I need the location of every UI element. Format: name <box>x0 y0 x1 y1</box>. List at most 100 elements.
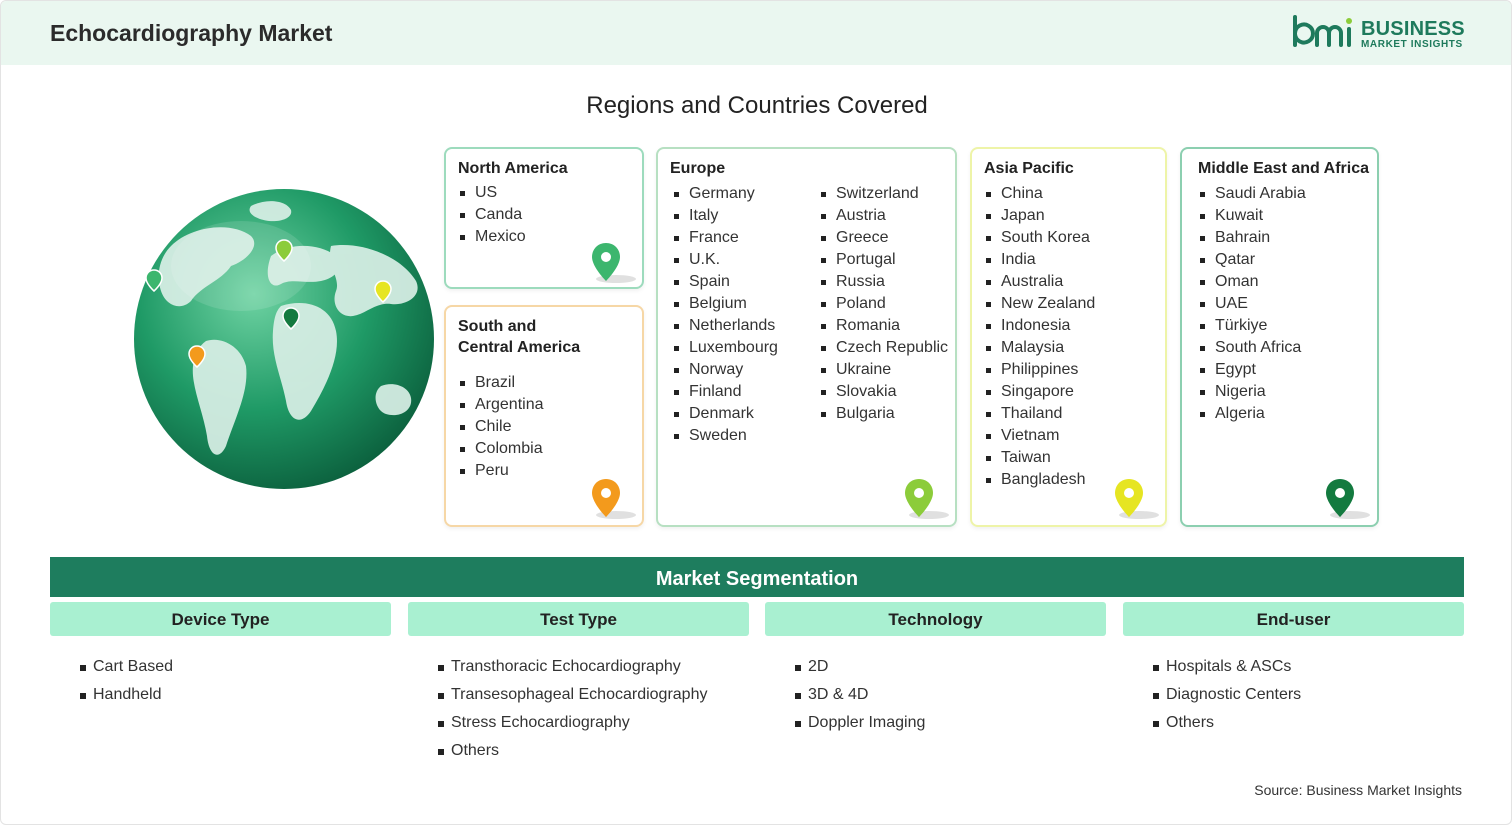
segmentation-title-bar: Market Segmentation <box>50 557 1464 597</box>
country-item: Netherlands <box>672 315 778 337</box>
country-item: Sweden <box>672 425 778 447</box>
country-list-col1: Germany Italy France U.K. Spain Belgium … <box>672 183 778 447</box>
region-title-line2: Central America <box>458 339 581 356</box>
region-title: Asia Pacific <box>984 160 1074 177</box>
segment-list-technology: 2D 3D & 4D Doppler Imaging <box>795 653 925 737</box>
country-item: Vietnam <box>984 425 1095 447</box>
segment-item: 3D & 4D <box>795 681 925 709</box>
segment-item: Doppler Imaging <box>795 709 925 737</box>
globe-illustration <box>134 189 434 489</box>
regions-section-title: Regions and Countries Covered <box>586 92 928 119</box>
country-item: Russia <box>819 271 948 293</box>
segment-heading-technology: Technology <box>765 602 1106 636</box>
brand-logo: BUSINESS MARKET INSIGHTS <box>1291 15 1471 53</box>
segment-item: Hospitals & ASCs <box>1153 653 1301 681</box>
country-item: Norway <box>672 359 778 381</box>
segment-list-end-user: Hospitals & ASCs Diagnostic Centers Othe… <box>1153 653 1301 737</box>
logo-line2: MARKET INSIGHTS <box>1361 39 1463 50</box>
region-title: South and Central America <box>458 316 580 358</box>
logo-line1: BUSINESS <box>1361 18 1465 40</box>
segment-heading-test-type: Test Type <box>408 602 749 636</box>
country-item: Switzerland <box>819 183 948 205</box>
country-item: Saudi Arabia <box>1198 183 1306 205</box>
segment-item: Others <box>438 737 707 765</box>
region-card-middle-east-africa: Middle East and Africa Saudi Arabia Kuwa… <box>1180 147 1379 527</box>
country-item: Peru <box>458 460 544 482</box>
country-item: Ukraine <box>819 359 948 381</box>
country-list: US Canda Mexico <box>458 182 526 248</box>
country-item: Italy <box>672 205 778 227</box>
segment-item: Others <box>1153 709 1301 737</box>
country-item: Indonesia <box>984 315 1095 337</box>
country-item: France <box>672 227 778 249</box>
country-item: Bangladesh <box>984 469 1095 491</box>
country-item: Bahrain <box>1198 227 1306 249</box>
country-item: Thailand <box>984 403 1095 425</box>
country-item: Finland <box>672 381 778 403</box>
region-title-line1: South and <box>458 318 537 335</box>
country-item: Greece <box>819 227 948 249</box>
country-item: Romania <box>819 315 948 337</box>
country-item: South Korea <box>984 227 1095 249</box>
location-pin-icon <box>1115 479 1159 519</box>
country-item: Colombia <box>458 438 544 460</box>
segment-list-test-type: Transthoracic Echocardiography Transesop… <box>438 653 707 765</box>
page-title: Echocardiography Market <box>50 20 333 46</box>
country-item: Nigeria <box>1198 381 1306 403</box>
country-item: India <box>984 249 1095 271</box>
country-item: Germany <box>672 183 778 205</box>
location-pin-icon <box>905 479 949 519</box>
country-list: China Japan South Korea India Australia … <box>984 183 1095 491</box>
source-note: Source: Business Market Insights <box>1254 782 1462 798</box>
country-item: Czech Republic <box>819 337 948 359</box>
country-item: Singapore <box>984 381 1095 403</box>
segment-item: Transthoracic Echocardiography <box>438 653 707 681</box>
country-list: Saudi Arabia Kuwait Bahrain Qatar Oman U… <box>1198 183 1306 425</box>
region-title: North America <box>458 160 568 177</box>
country-item: Australia <box>984 271 1095 293</box>
region-card-europe: Europe Germany Italy France U.K. Spain B… <box>656 147 957 527</box>
country-item: UAE <box>1198 293 1306 315</box>
segment-item: Stress Echocardiography <box>438 709 707 737</box>
country-item: Japan <box>984 205 1095 227</box>
segment-item: Handheld <box>80 681 173 709</box>
country-item: Malaysia <box>984 337 1095 359</box>
region-card-north-america: North America US Canda Mexico <box>444 147 644 289</box>
country-item: Denmark <box>672 403 778 425</box>
segment-heading-device-type: Device Type <box>50 602 391 636</box>
country-item: South Africa <box>1198 337 1306 359</box>
country-item: Chile <box>458 416 544 438</box>
country-item: Spain <box>672 271 778 293</box>
country-item: Egypt <box>1198 359 1306 381</box>
country-item: Oman <box>1198 271 1306 293</box>
segment-item: Transesophageal Echocardiography <box>438 681 707 709</box>
country-item: Austria <box>819 205 948 227</box>
region-card-asia-pacific: Asia Pacific China Japan South Korea Ind… <box>970 147 1167 527</box>
segment-item: Cart Based <box>80 653 173 681</box>
country-item: China <box>984 183 1095 205</box>
region-card-south-central-america: South and Central America Brazil Argenti… <box>444 305 644 527</box>
country-item: Portugal <box>819 249 948 271</box>
country-list: Brazil Argentina Chile Colombia Peru <box>458 372 544 482</box>
country-item: Taiwan <box>984 447 1095 469</box>
country-item: Slovakia <box>819 381 948 403</box>
segment-heading-end-user: End-user <box>1123 602 1464 636</box>
country-item: Bulgaria <box>819 403 948 425</box>
country-item: Algeria <box>1198 403 1306 425</box>
country-item: Canda <box>458 204 526 226</box>
country-item: Poland <box>819 293 948 315</box>
country-item: US <box>458 182 526 204</box>
country-item: Brazil <box>458 372 544 394</box>
region-title: Europe <box>670 160 726 177</box>
segment-item: Diagnostic Centers <box>1153 681 1301 709</box>
country-item: Kuwait <box>1198 205 1306 227</box>
country-item: Mexico <box>458 226 526 248</box>
country-item: Luxembourg <box>672 337 778 359</box>
segment-list-device-type: Cart Based Handheld <box>80 653 173 709</box>
country-item: Türkiye <box>1198 315 1306 337</box>
location-pin-icon <box>592 243 636 283</box>
location-pin-icon <box>1326 479 1370 519</box>
region-title: Middle East and Africa <box>1198 160 1369 177</box>
location-pin-icon <box>592 479 636 519</box>
country-item: Belgium <box>672 293 778 315</box>
